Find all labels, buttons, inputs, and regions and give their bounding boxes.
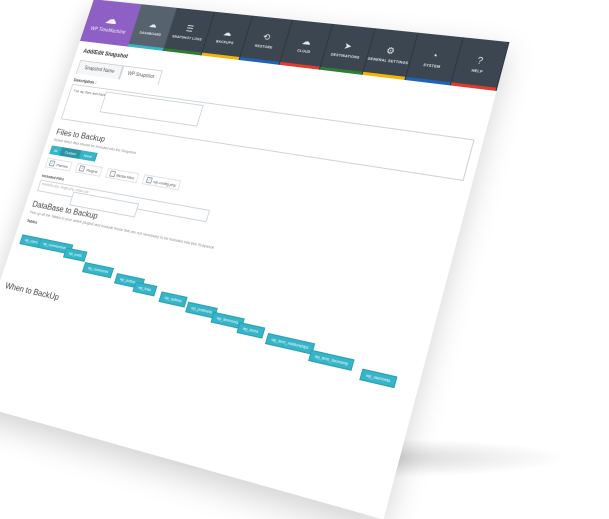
help-icon: ? (476, 54, 485, 66)
restore-icon: ⟲ (261, 31, 272, 42)
nav-label: DESTINATIONS (330, 51, 361, 60)
gauge-icon: ◔ (430, 49, 440, 61)
table-chip[interactable]: wp_term_taxonomy (308, 349, 355, 371)
wp-config-label: wp-config.php (152, 178, 177, 188)
media-files-checkbox[interactable]: Media Files (104, 167, 140, 184)
table-chip[interactable]: wp_options (158, 291, 188, 308)
wp-config-checkbox[interactable]: ✓ wp-config.php (141, 174, 182, 191)
scope-none-button[interactable]: None (79, 150, 98, 162)
plugins-checkbox[interactable]: ✓ Plugins (74, 162, 103, 177)
check-icon (108, 170, 116, 178)
nav-label: RESTORE (254, 43, 274, 50)
send-icon: ➤ (342, 40, 354, 51)
nav-label: SNAPSHOT LOGS (171, 33, 203, 42)
app-window: ☁ WP TimeMachine ☁ DASHBOARD ☰ SNAPSHOT LOG… (0, 0, 510, 519)
gear-icon: ⚙ (385, 44, 397, 56)
themes-label: Themes (55, 161, 69, 169)
cloud-icon: ☁ (148, 19, 159, 30)
nav-label: SYSTEM (422, 62, 441, 69)
nav-label: BACKUPS (215, 38, 235, 45)
table-chip[interactable]: wp_term_relationships (264, 332, 316, 355)
tab-wp-snapshot[interactable]: WP Snapshot (118, 65, 164, 85)
brand-name: WP TimeMachine (90, 25, 127, 36)
table-chip[interactable]: wp_links (132, 281, 158, 297)
themes-checkbox[interactable]: ✓ Themes (44, 157, 74, 172)
cloud-upload-icon: ☁ (222, 27, 234, 38)
tab-snapshot-name[interactable]: Snapshot Name (75, 59, 124, 80)
media-files-label: Media Files (115, 172, 136, 181)
check-icon: ✓ (145, 176, 153, 184)
nav-label: HELP (471, 67, 484, 74)
list-icon: ☰ (185, 23, 196, 34)
snapshot-form: Add/Edit Snapshot Snapshot Name WP Snaps… (0, 41, 497, 519)
cloud-icon: ☁ (301, 35, 313, 47)
table-chip[interactable]: wp_usermeta (359, 368, 398, 389)
nav-label: CLOUD (296, 48, 312, 54)
table-chip[interactable]: wp_comments (81, 262, 115, 279)
table-chip[interactable]: wp_terms (236, 321, 265, 339)
nav-label: DASHBOARD (139, 30, 162, 37)
nav-label: GENERAL SETTINGS (367, 56, 409, 65)
table-chip[interactable]: wp_posts (62, 247, 88, 262)
plugins-label: Plugins (85, 166, 99, 174)
cloud-icon: ☁ (103, 10, 121, 27)
stage: ☁ WP TimeMachine ☁ DASHBOARD ☰ SNAPSHOT LOG… (0, 0, 609, 519)
